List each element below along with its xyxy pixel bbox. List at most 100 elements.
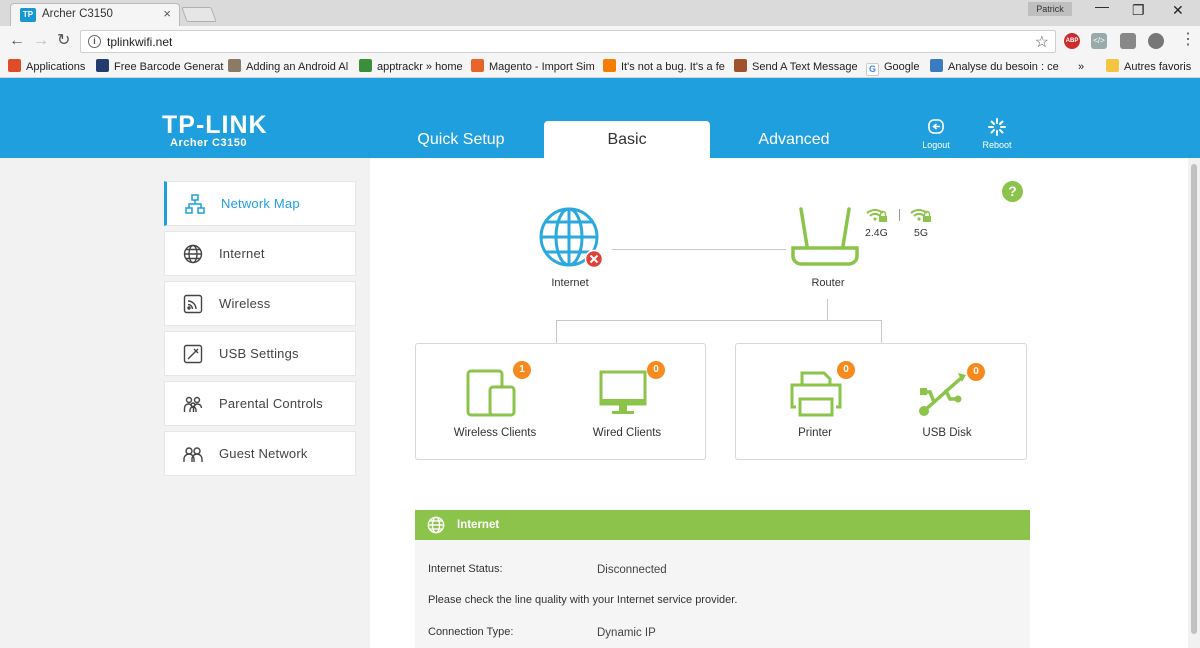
- band-divider: [899, 209, 900, 221]
- code-extension-icon[interactable]: </>: [1091, 33, 1107, 49]
- url-text[interactable]: tplinkwifi.net: [107, 35, 172, 49]
- apps-grid-icon: [8, 59, 21, 72]
- usb-disk-button[interactable]: 0 USB Disk: [882, 343, 1012, 453]
- band-24g-label: 2.4G: [865, 227, 888, 239]
- sidebar-item-parental-controls[interactable]: Parental Controls: [164, 381, 356, 426]
- reload-icon[interactable]: ↻: [57, 31, 70, 51]
- wireless-clients-button[interactable]: 1 Wireless Clients: [430, 343, 560, 453]
- connection-type-label: Connection Type:: [428, 626, 514, 638]
- forward-icon[interactable]: →: [33, 31, 49, 51]
- internet-globe-icon[interactable]: [538, 206, 604, 272]
- new-tab-button[interactable]: [181, 7, 217, 22]
- blogger-icon: [603, 59, 616, 72]
- globe-icon: [427, 516, 445, 534]
- scrollbar-thumb[interactable]: [1191, 164, 1197, 634]
- help-button[interactable]: ?: [1002, 181, 1023, 202]
- page-scrollbar[interactable]: [1188, 158, 1200, 648]
- sidebar-item-usb-settings[interactable]: USB Settings: [164, 331, 356, 376]
- wireless-clients-label: Wireless Clients: [453, 427, 537, 439]
- tplink-favicon-icon: TP: [20, 8, 36, 22]
- reboot-icon: [988, 118, 1006, 136]
- band-5g-label: 5G: [914, 227, 929, 239]
- bookmark-item[interactable]: Analyse du besoin : ce: [930, 59, 1059, 75]
- reboot-button[interactable]: Reboot: [972, 118, 1022, 150]
- internet-panel-header: Internet: [415, 510, 1030, 540]
- usb-disk-label: USB Disk: [922, 427, 972, 439]
- sidebar-item-label: Guest Network: [219, 446, 308, 461]
- sidebar-item-label: USB Settings: [219, 346, 299, 361]
- printer-button[interactable]: 0 Printer: [750, 343, 880, 453]
- sidebar-item-internet[interactable]: Internet: [164, 231, 356, 276]
- model-name: Archer C3150: [170, 137, 247, 149]
- sidebar-item-label: Network Map: [221, 196, 300, 211]
- magento-icon: [471, 59, 484, 72]
- apptrackr-icon: [359, 59, 372, 72]
- tree-line: [881, 320, 882, 343]
- router-icon[interactable]: [788, 206, 862, 268]
- internet-panel-title: Internet: [457, 519, 500, 531]
- tab-close-icon[interactable]: ×: [163, 6, 171, 21]
- bookmark-item[interactable]: Send A Text Message: [734, 59, 858, 75]
- sidebar-item-wireless[interactable]: Wireless: [164, 281, 356, 326]
- google-icon: G: [866, 63, 879, 76]
- tab-basic[interactable]: Basic: [544, 121, 710, 158]
- restore-icon[interactable]: ❐: [1132, 2, 1145, 19]
- camera-extension-icon[interactable]: [1120, 33, 1136, 49]
- logout-button[interactable]: Logout: [911, 118, 961, 150]
- profile-name[interactable]: Patrick: [1028, 2, 1072, 16]
- internet-status-label: Internet Status:: [428, 563, 503, 575]
- site-info-icon[interactable]: i: [88, 35, 101, 48]
- tab-advanced[interactable]: Advanced: [711, 121, 877, 158]
- browser-menu-icon[interactable]: ⋮: [1180, 31, 1196, 49]
- wired-clients-count-badge: 0: [647, 361, 665, 379]
- guest-network-icon: [183, 447, 203, 462]
- window-close-icon[interactable]: ✕: [1172, 2, 1184, 19]
- printer-count-badge: 0: [837, 361, 855, 379]
- internet-status-note: Please check the line quality with your …: [428, 594, 738, 606]
- bookmark-item[interactable]: G Google: [866, 59, 919, 76]
- usb-disk-icon: [919, 373, 966, 416]
- minimize-icon[interactable]: —: [1095, 0, 1109, 14]
- parental-controls-icon: [183, 396, 203, 412]
- bookmark-item[interactable]: Magento - Import Sim: [471, 59, 595, 75]
- wireless-clients-icon: [466, 369, 516, 417]
- connection-line: [612, 249, 786, 250]
- browser-titlebar: TP Archer C3150 × Patrick — ❐ ✕: [0, 0, 1200, 26]
- sidebar-item-network-map[interactable]: Network Map: [164, 181, 356, 226]
- text-message-icon: [734, 59, 747, 72]
- tab-quick-setup[interactable]: Quick Setup: [378, 121, 544, 158]
- address-bar[interactable]: i tplinkwifi.net ☆: [80, 30, 1056, 53]
- wired-clients-button[interactable]: 0 Wired Clients: [562, 343, 692, 453]
- extension-icon[interactable]: [1148, 33, 1164, 49]
- bookmark-item[interactable]: It's not a bug. It's a fe: [603, 59, 725, 75]
- bookmark-item[interactable]: Free Barcode Generat: [96, 59, 223, 75]
- bookmark-item[interactable]: Adding an Android Al: [228, 59, 348, 75]
- sidebar-item-guest-network[interactable]: Guest Network: [164, 431, 356, 476]
- tree-line: [556, 320, 557, 343]
- globe-icon: [183, 244, 203, 264]
- back-icon[interactable]: ←: [9, 31, 25, 51]
- bookmark-star-icon[interactable]: ☆: [1035, 32, 1049, 52]
- barcode-icon: [96, 59, 109, 72]
- printer-label: Printer: [798, 427, 832, 439]
- printer-icon: [790, 371, 842, 417]
- bookmarks-overflow[interactable]: »: [1078, 59, 1084, 75]
- android-page-icon: [228, 59, 241, 72]
- other-bookmarks[interactable]: Autres favoris: [1106, 59, 1191, 75]
- connection-type-value: Dynamic IP: [597, 627, 656, 639]
- wifi-5g-locked-icon[interactable]: [910, 207, 932, 223]
- wifi-24g-locked-icon[interactable]: [866, 207, 888, 223]
- wireless-clients-count-badge: 1: [513, 361, 531, 379]
- bookmark-item[interactable]: Applications: [8, 59, 85, 75]
- internet-status-value: Disconnected: [597, 564, 667, 576]
- logout-icon: [928, 119, 944, 134]
- wired-clients-label: Wired Clients: [592, 427, 662, 439]
- adblock-icon[interactable]: ABP: [1064, 33, 1080, 49]
- network-map-icon: [185, 194, 205, 214]
- sidebar-item-label: Internet: [219, 246, 265, 261]
- bookmark-item[interactable]: apptrackr » home: [359, 59, 463, 75]
- tree-line: [827, 299, 828, 320]
- sidebar-item-label: Parental Controls: [219, 396, 323, 411]
- sidebar-item-label: Wireless: [219, 296, 271, 311]
- browser-tab[interactable]: TP Archer C3150 ×: [10, 3, 180, 26]
